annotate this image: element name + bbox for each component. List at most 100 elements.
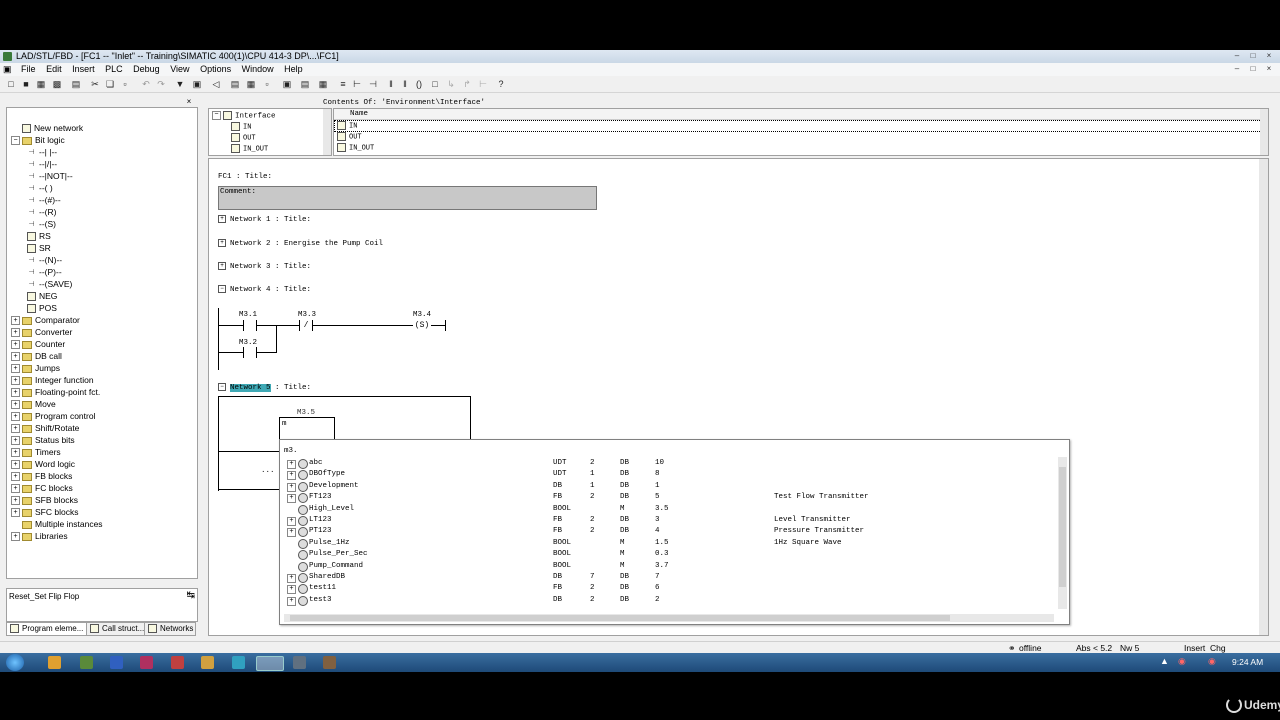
accessible-nodes-icon[interactable]: ▦: [36, 79, 46, 89]
popup-input[interactable]: m3.: [284, 447, 298, 455]
popup-row[interactable]: + Development DB 1 DB 1: [280, 481, 1050, 492]
close-icon[interactable]: ×: [1262, 51, 1276, 61]
start-button[interactable]: [6, 654, 24, 671]
help-icon[interactable]: ?: [496, 79, 506, 89]
taskbar-app-5-icon[interactable]: [171, 656, 184, 669]
doc-restore-icon[interactable]: □: [1246, 64, 1260, 74]
tree-expand-icon[interactable]: +: [11, 364, 20, 374]
editor-scrollbar[interactable]: [1259, 159, 1268, 635]
tray-clock[interactable]: 9:24 AM: [1232, 657, 1263, 667]
tree-item[interactable]: + SFB blocks: [11, 494, 78, 506]
popup-hscroll[interactable]: [284, 614, 1054, 622]
tree-expand-icon[interactable]: +: [11, 496, 20, 506]
taskbar-app-6-icon[interactable]: [201, 656, 214, 669]
interface-table-scrollbar[interactable]: [1260, 109, 1268, 155]
contact-m3-3-nc[interactable]: /: [299, 320, 313, 331]
tree-item[interactable]: ⊣ --(N)--: [27, 254, 62, 266]
network-1[interactable]: + Network 1 : Title:: [218, 215, 311, 224]
interface-in[interactable]: IN: [231, 122, 251, 131]
monitor-icon[interactable]: ▣: [192, 79, 202, 89]
download-icon[interactable]: ▼: [175, 79, 185, 89]
tree-item[interactable]: SR: [27, 242, 51, 254]
redo-icon[interactable]: ↷: [156, 79, 166, 89]
view-overview-icon[interactable]: ▣: [282, 79, 292, 89]
tree-item[interactable]: Multiple instances: [11, 518, 103, 530]
popup-row-expand-icon[interactable]: +: [287, 585, 296, 595]
box-m3-5-label[interactable]: M3.5: [297, 409, 315, 417]
table-view-icon[interactable]: ▤: [300, 79, 310, 89]
panel-close-icon[interactable]: ×: [183, 97, 195, 106]
doc-minimize-icon[interactable]: –: [1230, 64, 1244, 74]
tree-expand-icon[interactable]: −: [11, 136, 20, 146]
popup-row[interactable]: + abc UDT 2 DB 10: [280, 458, 1050, 469]
tree-expand-icon[interactable]: +: [11, 532, 20, 542]
tree-expand-icon[interactable]: +: [11, 328, 20, 338]
tray-arrow-icon[interactable]: ▲: [1160, 656, 1169, 666]
network-3-expand-icon[interactable]: +: [218, 262, 226, 270]
tree-item[interactable]: ⊣ --(S): [27, 218, 56, 230]
explorer-icon[interactable]: [48, 656, 61, 669]
tree-item[interactable]: + Libraries: [11, 530, 68, 542]
undo-icon[interactable]: ↶: [141, 79, 151, 89]
open-icon[interactable]: ■: [21, 79, 31, 89]
tab-program-elements[interactable]: Program eleme...: [6, 622, 88, 636]
tree-expand-icon[interactable]: +: [11, 400, 20, 410]
tree-item[interactable]: + Move: [11, 398, 56, 410]
popup-row[interactable]: Pulse_Per_Sec BOOL M 0.3: [280, 549, 1050, 561]
interface-row-in-out[interactable]: IN_OUT: [337, 143, 374, 152]
tree-expand-icon[interactable]: +: [11, 424, 20, 434]
tree-expand-icon[interactable]: +: [11, 412, 20, 422]
tree-item[interactable]: RS: [27, 230, 51, 242]
tree-item[interactable]: + Shift/Rotate: [11, 422, 79, 434]
taskbar-app-2-icon[interactable]: [80, 656, 93, 669]
tree-expand-icon[interactable]: +: [11, 508, 20, 518]
tree-item[interactable]: New network: [11, 122, 83, 134]
popup-row[interactable]: + LT123 FB 2 DB 3 Level Transmitter: [280, 515, 1050, 526]
popup-row-expand-icon[interactable]: +: [287, 596, 296, 606]
taskbar-app-10-icon[interactable]: [323, 656, 336, 669]
taskbar-app-4-icon[interactable]: [140, 656, 153, 669]
network-1-expand-icon[interactable]: +: [218, 215, 226, 223]
no-contact-icon[interactable]: ‖: [386, 79, 396, 89]
details-icon[interactable]: ▦: [246, 79, 256, 89]
popup-row[interactable]: High_Level BOOL M 3.5: [280, 504, 1050, 515]
interface-out[interactable]: OUT: [231, 133, 256, 142]
list-view-icon[interactable]: ▦: [318, 79, 328, 89]
contact-m3-1[interactable]: [243, 320, 257, 331]
menu-edit[interactable]: Edit: [42, 63, 66, 76]
tray-volume-icon[interactable]: ◉: [1208, 656, 1216, 667]
network-5[interactable]: − Network 5 : Title:: [218, 383, 311, 392]
paste-icon[interactable]: ▫: [120, 79, 130, 89]
tree-item[interactable]: + SFC blocks: [11, 506, 78, 518]
tab-call-structure[interactable]: Call struct...: [86, 622, 146, 636]
taskbar-app-9-icon[interactable]: [293, 656, 306, 669]
menu-view[interactable]: View: [166, 63, 193, 76]
coil-set[interactable]: (S): [413, 320, 431, 331]
popup-row[interactable]: Pulse_1Hz BOOL M 1.5 1Hz Square Wave: [280, 538, 1050, 549]
tray-network-icon[interactable]: ◉: [1178, 656, 1186, 667]
comment-box[interactable]: Comment:: [218, 186, 597, 210]
network-icon[interactable]: ≡: [338, 79, 348, 89]
doc-icon[interactable]: ▣: [0, 63, 15, 76]
popup-vscroll[interactable]: [1058, 457, 1067, 609]
tree-item[interactable]: ⊣ --(P)--: [27, 266, 61, 278]
close-branch-icon[interactable]: ⊣: [368, 79, 378, 89]
tree-expand-icon[interactable]: +: [11, 352, 20, 362]
tree-item[interactable]: + Jumps: [11, 362, 60, 374]
overview-icon[interactable]: ▤: [230, 79, 240, 89]
open-branch-icon[interactable]: ↳: [446, 79, 456, 89]
connection-icon[interactable]: ⊢: [478, 79, 488, 89]
branch-icon[interactable]: ⊢: [352, 79, 362, 89]
coil-icon[interactable]: (): [414, 79, 424, 89]
save-icon[interactable]: ▩: [52, 79, 62, 89]
tree-expand-icon[interactable]: +: [11, 316, 20, 326]
network-3[interactable]: + Network 3 : Title:: [218, 262, 311, 271]
tree-item[interactable]: + DB call: [11, 350, 62, 362]
tree-item[interactable]: POS: [27, 302, 57, 314]
interface-in-out[interactable]: IN_OUT: [231, 144, 268, 153]
popup-vscroll-thumb[interactable]: [1059, 467, 1066, 587]
contact-m3-1-label[interactable]: M3.1: [239, 311, 257, 319]
contact-m3-3-label[interactable]: M3.3: [298, 311, 316, 319]
network-2-expand-icon[interactable]: +: [218, 239, 226, 247]
network-4[interactable]: − Network 4 : Title:: [218, 285, 311, 294]
